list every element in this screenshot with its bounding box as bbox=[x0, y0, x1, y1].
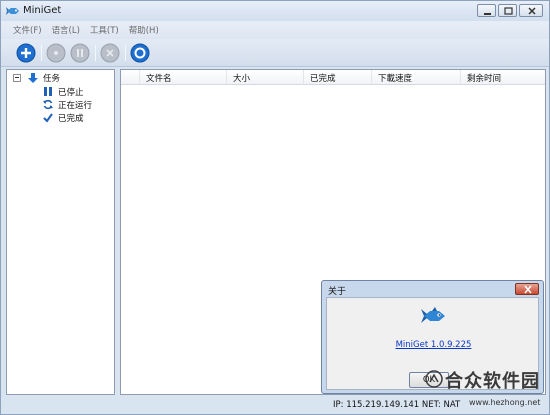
delete-icon[interactable] bbox=[100, 43, 120, 63]
menu-file[interactable]: 文件(F) bbox=[13, 24, 42, 36]
minimize-icon bbox=[484, 13, 491, 15]
column-divider bbox=[303, 70, 304, 85]
tree-root[interactable]: 任务 bbox=[27, 71, 60, 84]
close-icon bbox=[524, 285, 532, 294]
toolbar-separator bbox=[95, 45, 96, 61]
column-completed[interactable]: 已完成 bbox=[310, 72, 336, 84]
watermark-logo-icon bbox=[425, 370, 443, 388]
close-icon bbox=[528, 7, 536, 15]
version-link[interactable]: MiniGet 1.0.9.225 bbox=[327, 340, 540, 350]
minimize-button[interactable] bbox=[477, 4, 496, 17]
restore-icon bbox=[504, 7, 513, 15]
tree-item-running[interactable]: 正在运行 bbox=[43, 98, 92, 111]
pause-icon[interactable] bbox=[70, 43, 90, 63]
title-bar[interactable]: MiniGet bbox=[1, 1, 549, 21]
watermark-url: www.hezhong.net bbox=[469, 398, 541, 407]
tree-root-label: 任务 bbox=[43, 73, 61, 84]
dialog-close-button[interactable] bbox=[515, 283, 539, 295]
column-divider bbox=[226, 70, 227, 85]
maximize-button[interactable] bbox=[498, 4, 517, 17]
checkmark-icon bbox=[43, 113, 53, 123]
tree-item-label: 已停止 bbox=[58, 87, 84, 98]
column-speed[interactable]: 下載速度 bbox=[378, 72, 412, 84]
settings-icon[interactable] bbox=[130, 43, 150, 63]
dialog-title: 关于 bbox=[328, 287, 347, 297]
toolbar-separator bbox=[41, 45, 42, 61]
column-divider bbox=[371, 70, 372, 85]
arrow-down-icon bbox=[28, 72, 38, 83]
watermark: 合众软件园 www.hezhong.net bbox=[421, 367, 550, 415]
tree-expander[interactable] bbox=[13, 74, 21, 82]
task-tree: 任务 已停止 正在运行 已完成 bbox=[6, 69, 115, 395]
refresh-icon bbox=[43, 99, 53, 110]
tree-item-label: 已完成 bbox=[58, 113, 84, 124]
stop-icon[interactable] bbox=[46, 43, 66, 63]
column-size[interactable]: 大小 bbox=[233, 72, 250, 84]
watermark-brand: 合众软件园 bbox=[445, 371, 540, 392]
column-divider bbox=[460, 70, 461, 85]
window-title: MiniGet bbox=[23, 5, 62, 16]
add-icon[interactable] bbox=[16, 43, 36, 63]
toolbar bbox=[1, 39, 549, 67]
fish-logo-icon bbox=[421, 307, 445, 323]
toolbar-separator bbox=[125, 45, 126, 61]
tree-item-completed[interactable]: 已完成 bbox=[43, 111, 84, 124]
menu-language[interactable]: 语言(L) bbox=[52, 24, 80, 36]
column-divider bbox=[139, 70, 140, 85]
menu-tools[interactable]: 工具(T) bbox=[90, 24, 119, 36]
tree-item-stopped[interactable]: 已停止 bbox=[43, 85, 84, 98]
column-remaining[interactable]: 剩余时间 bbox=[467, 72, 501, 84]
pause-icon bbox=[44, 87, 52, 96]
close-button[interactable] bbox=[519, 4, 543, 17]
tree-item-label: 正在运行 bbox=[58, 100, 93, 111]
list-header: 文件名 大小 已完成 下載速度 剩余时间 bbox=[121, 70, 545, 85]
menu-help[interactable]: 帮助(H) bbox=[129, 24, 159, 36]
fish-logo-icon bbox=[6, 7, 19, 15]
app-window: MiniGet 文件(F) 语言(L) 工具(T) 帮助(H) 任务 已停止 正… bbox=[0, 0, 550, 415]
menu-bar: 文件(F) 语言(L) 工具(T) 帮助(H) bbox=[1, 21, 549, 39]
column-filename[interactable]: 文件名 bbox=[146, 72, 172, 84]
